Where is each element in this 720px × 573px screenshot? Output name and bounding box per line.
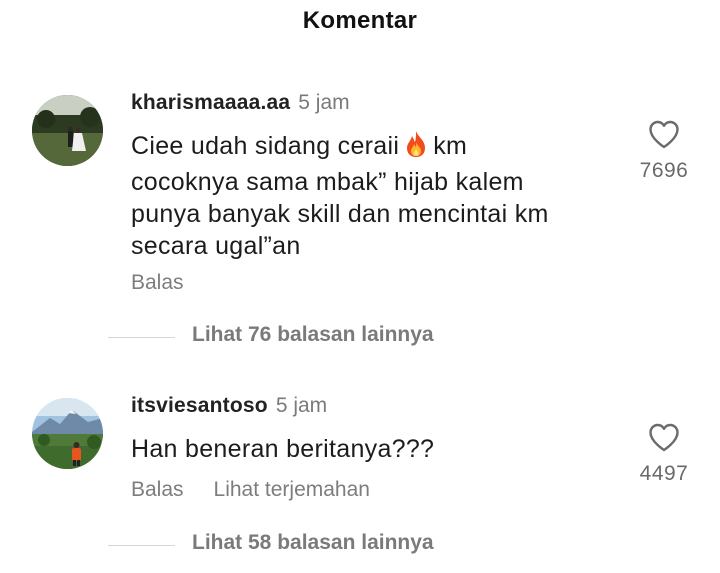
comments-header: Komentar xyxy=(0,0,720,44)
fire-icon xyxy=(403,130,429,166)
like-button[interactable]: 7696 xyxy=(628,120,700,183)
comment-text-line: km xyxy=(433,132,468,160)
avatar[interactable] xyxy=(32,95,103,166)
comment-username[interactable]: kharismaaaa.aa xyxy=(131,91,290,114)
comment-text-line: Han beneran beritanya??? xyxy=(131,435,435,463)
comment-meta: itsviesantoso 5 jam xyxy=(131,394,327,418)
comment-username[interactable]: itsviesantoso xyxy=(131,394,268,417)
comment-text-line: cocoknya sama mbak” hijab kalem xyxy=(131,168,524,196)
page-title: Komentar xyxy=(302,7,418,34)
like-button[interactable]: 4497 xyxy=(628,423,700,486)
translate-button[interactable]: Lihat terjemahan xyxy=(214,478,370,501)
divider-line xyxy=(108,545,175,546)
comment-text: Ciee udah sidang ceraii km cocoknya sama … xyxy=(131,130,621,262)
comment-text-line: Ciee udah sidang ceraii xyxy=(131,132,400,160)
view-more-replies-label[interactable]: Lihat 76 balasan lainnya xyxy=(192,323,434,347)
avatar[interactable] xyxy=(32,398,103,469)
like-count: 7696 xyxy=(639,159,689,182)
comment-time: 5 jam xyxy=(275,394,328,417)
heart-outline-icon[interactable] xyxy=(648,423,680,452)
comment-time: 5 jam xyxy=(298,91,350,114)
comment-text: Han beneran beritanya??? xyxy=(131,433,621,465)
comment-meta: kharismaaaa.aa 5 jam xyxy=(131,91,350,115)
heart-outline-icon[interactable] xyxy=(648,120,680,149)
view-more-replies[interactable]: Lihat 76 balasan lainnya xyxy=(108,323,608,353)
view-more-replies-label[interactable]: Lihat 58 balasan lainnya xyxy=(192,531,434,555)
reply-button[interactable]: Balas xyxy=(131,271,184,294)
comment-actions: Balas xyxy=(131,271,214,295)
divider-line xyxy=(108,337,175,338)
comment-text-line: secara ugal”an xyxy=(131,232,301,260)
comment-actions: Balas Lihat terjemahan xyxy=(131,478,400,502)
view-more-replies[interactable]: Lihat 58 balasan lainnya xyxy=(108,531,608,561)
comment-text-line: punya banyak skill dan mencintai km xyxy=(131,200,549,228)
like-count: 4497 xyxy=(639,462,689,485)
reply-button[interactable]: Balas xyxy=(131,478,184,501)
